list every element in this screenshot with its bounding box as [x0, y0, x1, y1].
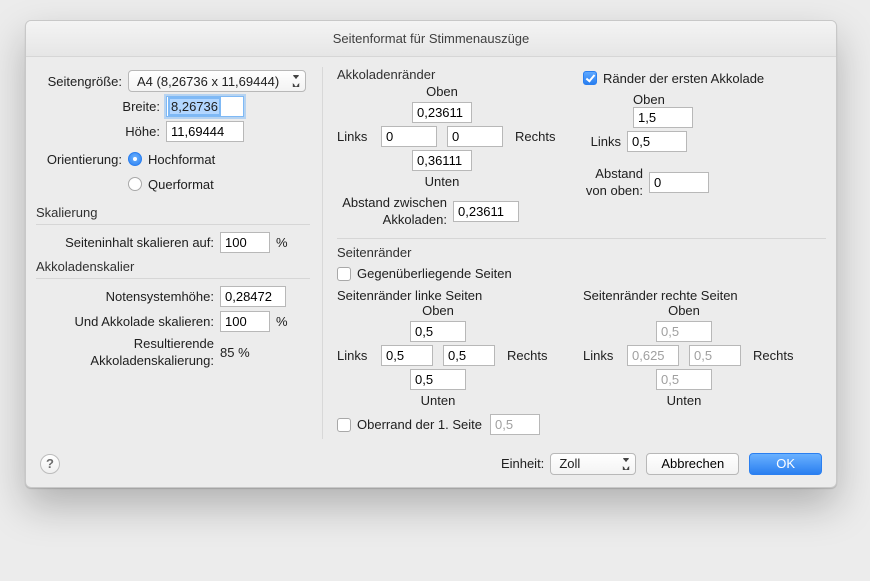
page-size-select[interactable]: A4 (8,26736 x 11,69444) — [128, 70, 306, 92]
first-dist-label-2: von oben: — [583, 183, 643, 200]
scale-page-label: Seiteninhalt skalieren auf: — [36, 235, 220, 250]
facing-pages-check[interactable] — [337, 267, 351, 281]
result-value: 85 % — [220, 345, 250, 360]
portrait-radio[interactable] — [128, 152, 142, 166]
page-margins-title: Seitenränder — [337, 238, 826, 260]
dialog-title: Seitenformat für Stimmenauszüge — [26, 21, 836, 57]
facing-pages-label: Gegenüberliegende Seiten — [357, 266, 512, 281]
lp-right-label: Rechts — [507, 348, 543, 363]
right-column: Akkoladenränder Oben Links Rechts Unten — [322, 67, 826, 439]
width-input[interactable]: 8,26736 — [166, 96, 244, 117]
accolade-scale-title: Akkoladenskalier — [36, 259, 310, 274]
landscape-radio[interactable] — [128, 177, 142, 191]
lp-left-input[interactable] — [381, 345, 433, 366]
height-label: Höhe: — [36, 124, 166, 139]
left-pages-title: Seitenränder linke Seiten — [337, 288, 583, 303]
between-input[interactable] — [453, 201, 519, 222]
lp-top-label: Oben — [422, 303, 454, 318]
first-page-top-label: Oberrand der 1. Seite — [357, 417, 482, 432]
first-dist-input[interactable] — [649, 172, 709, 193]
result-label-2: Akkoladenskalierung: — [36, 353, 214, 370]
sys-bottom-input[interactable] — [412, 150, 472, 171]
first-dist-label-1: Abstand — [583, 166, 643, 183]
between-label-1: Abstand zwischen — [337, 195, 447, 212]
portrait-label: Hochformat — [148, 152, 215, 167]
help-button[interactable]: ? — [40, 454, 60, 474]
first-page-top-input — [490, 414, 540, 435]
result-label-1: Resultierende — [36, 336, 214, 353]
scale-page-input[interactable] — [220, 232, 270, 253]
first-left-input[interactable] — [627, 131, 687, 152]
rp-bottom-label: Unten — [667, 393, 702, 408]
rp-left-input — [627, 345, 679, 366]
left-column: Seitengröße: A4 (8,26736 x 11,69444) Bre… — [36, 67, 322, 439]
sys-right-input[interactable] — [447, 126, 503, 147]
width-label: Breite: — [36, 99, 166, 114]
rp-right-input — [689, 345, 741, 366]
scale-accolade-input[interactable] — [220, 311, 270, 332]
rp-bottom-input — [656, 369, 712, 390]
sys-right-label: Rechts — [515, 129, 551, 144]
percent-1: % — [276, 235, 288, 250]
first-page-top-check[interactable] — [337, 418, 351, 432]
sys-left-input[interactable] — [381, 126, 437, 147]
scaling-title: Skalierung — [36, 205, 310, 220]
height-input[interactable] — [166, 121, 244, 142]
sys-top-label: Oben — [426, 84, 458, 99]
first-top-input[interactable] — [633, 107, 693, 128]
page-size-value: A4 (8,26736 x 11,69444) — [137, 74, 279, 89]
cancel-button[interactable]: Abbrechen — [646, 453, 739, 475]
first-top-label: Oben — [633, 92, 826, 107]
rp-left-label: Links — [583, 348, 619, 363]
scale-accolade-label: Und Akkolade skalieren: — [36, 314, 220, 329]
first-left-label: Links — [583, 134, 627, 149]
staff-height-input[interactable] — [220, 286, 286, 307]
sys-margins-title: Akkoladenränder — [337, 67, 583, 82]
page-format-dialog: Seitenformat für Stimmenauszüge Seitengr… — [25, 20, 837, 488]
sys-left-label: Links — [337, 129, 373, 144]
lp-bottom-label: Unten — [421, 393, 456, 408]
right-pages-title: Seitenränder rechte Seiten — [583, 288, 826, 303]
lp-right-input[interactable] — [443, 345, 495, 366]
rp-top-input — [656, 321, 712, 342]
orientation-label: Orientierung: — [36, 152, 128, 167]
first-sys-check[interactable] — [583, 71, 597, 85]
lp-top-input[interactable] — [410, 321, 466, 342]
percent-2: % — [276, 314, 288, 329]
sys-top-input[interactable] — [412, 102, 472, 123]
staff-height-label: Notensystemhöhe: — [36, 289, 220, 304]
ok-button[interactable]: OK — [749, 453, 822, 475]
first-sys-check-label: Ränder der ersten Akkolade — [603, 71, 764, 86]
rp-top-label: Oben — [668, 303, 700, 318]
lp-left-label: Links — [337, 348, 373, 363]
lp-bottom-input[interactable] — [410, 369, 466, 390]
landscape-label: Querformat — [148, 177, 214, 192]
rp-right-label: Rechts — [753, 348, 789, 363]
page-size-label: Seitengröße: — [36, 74, 128, 89]
unit-label: Einheit: — [501, 456, 544, 471]
sys-bottom-label: Unten — [425, 174, 460, 189]
between-label-2: Akkoladen: — [337, 212, 447, 229]
unit-select[interactable]: Zoll — [550, 453, 636, 475]
unit-value: Zoll — [559, 456, 580, 471]
